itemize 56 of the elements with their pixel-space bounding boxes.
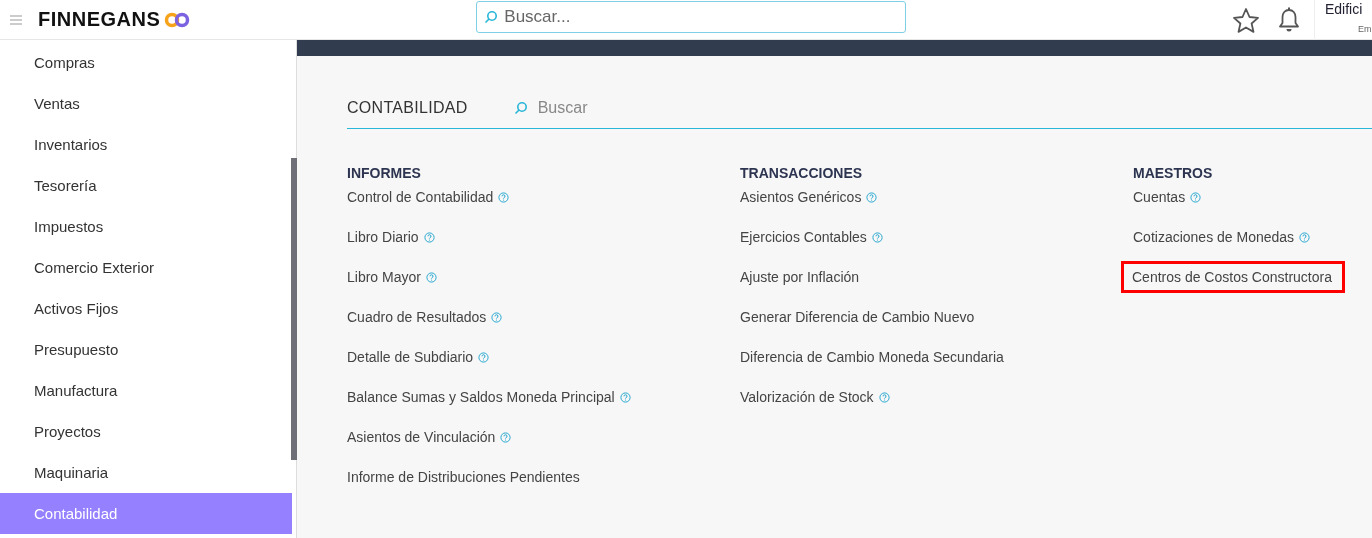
menu-link[interactable]: Control de Contabilidad bbox=[347, 184, 510, 210]
help-icon[interactable] bbox=[423, 231, 435, 243]
column-heading: INFORMES bbox=[347, 165, 422, 183]
search-icon bbox=[513, 101, 528, 115]
menu-link[interactable]: Libro Diario bbox=[347, 224, 435, 250]
menu-link[interactable]: Informe de Distribuciones Pendientes bbox=[347, 464, 580, 490]
sidebar-item[interactable]: Proyectos bbox=[0, 411, 292, 452]
help-icon[interactable] bbox=[866, 191, 878, 203]
sidebar-item[interactable]: Maquinaria bbox=[0, 452, 292, 493]
search-icon bbox=[484, 9, 499, 24]
menu-link[interactable]: Ejercicios Contables bbox=[740, 224, 883, 250]
column-heading: MAESTROS bbox=[1133, 165, 1214, 183]
help-icon[interactable] bbox=[878, 391, 890, 403]
help-icon[interactable] bbox=[478, 351, 490, 363]
sidebar-item[interactable]: Compras bbox=[0, 42, 292, 83]
rings-logo-icon bbox=[164, 11, 191, 28]
menu-link[interactable]: Ajuste por Inflación bbox=[740, 264, 860, 290]
menu-link[interactable]: Cuentas bbox=[1133, 184, 1202, 210]
menu-link[interactable]: Centros de Costos Constructora bbox=[1124, 264, 1342, 290]
help-icon[interactable] bbox=[871, 231, 883, 243]
sidebar-item[interactable]: Manufactura bbox=[0, 370, 292, 411]
bell-icon[interactable] bbox=[1278, 6, 1300, 33]
menu-link[interactable]: Diferencia de Cambio Moneda Secundaria bbox=[740, 344, 1004, 370]
menu-link[interactable]: Asientos Genéricos bbox=[740, 184, 878, 210]
brand-logo-text: FINNEGANS bbox=[38, 8, 161, 31]
module-title: CONTABILIDAD bbox=[347, 99, 468, 117]
menu-link[interactable]: Asientos de Vinculación bbox=[347, 424, 512, 450]
menu-link[interactable]: Cuadro de Resultados bbox=[347, 304, 503, 330]
company-name: Edifici bbox=[1325, 0, 1364, 17]
column-heading: TRANSACCIONES bbox=[740, 165, 864, 183]
star-icon[interactable] bbox=[1232, 6, 1260, 33]
help-icon[interactable] bbox=[1190, 191, 1202, 203]
menu-link[interactable]: Valorización de Stock bbox=[740, 384, 890, 410]
scrollbar[interactable] bbox=[291, 158, 297, 460]
sidebar-item[interactable]: Inventarios bbox=[0, 124, 292, 165]
menu-link[interactable]: Cotizaciones de Monedas bbox=[1133, 224, 1311, 250]
sidebar-item[interactable]: Impuestos bbox=[0, 206, 292, 247]
sidebar-item[interactable]: Ventas bbox=[0, 83, 292, 124]
sidebar-item[interactable]: Activos Fijos bbox=[0, 288, 292, 329]
sidebar-item[interactable]: Presupuesto bbox=[0, 329, 292, 370]
sidebar-item[interactable]: Comercio Exterior bbox=[0, 247, 292, 288]
search-field[interactable]: Buscar... bbox=[476, 0, 907, 33]
sidebar-item[interactable]: Tesorería bbox=[0, 165, 292, 206]
menu-link[interactable]: Generar Diferencia de Cambio Nuevo bbox=[740, 304, 975, 330]
help-icon[interactable] bbox=[619, 391, 631, 403]
help-icon[interactable] bbox=[425, 271, 437, 283]
help-icon[interactable] bbox=[498, 191, 510, 203]
menu-link[interactable]: Detalle de Subdiario bbox=[347, 344, 490, 370]
help-icon[interactable] bbox=[491, 311, 503, 323]
menu-link[interactable]: Libro Mayor bbox=[347, 264, 437, 290]
menu-icon[interactable] bbox=[10, 14, 22, 25]
menu-link[interactable]: Balance Sumas y Saldos Moneda Principal bbox=[347, 384, 631, 410]
company-subtitle: Em bbox=[1357, 23, 1372, 34]
module-search-field[interactable]: Buscar bbox=[535, 98, 740, 118]
help-icon[interactable] bbox=[1299, 231, 1311, 243]
help-icon[interactable] bbox=[500, 431, 512, 443]
